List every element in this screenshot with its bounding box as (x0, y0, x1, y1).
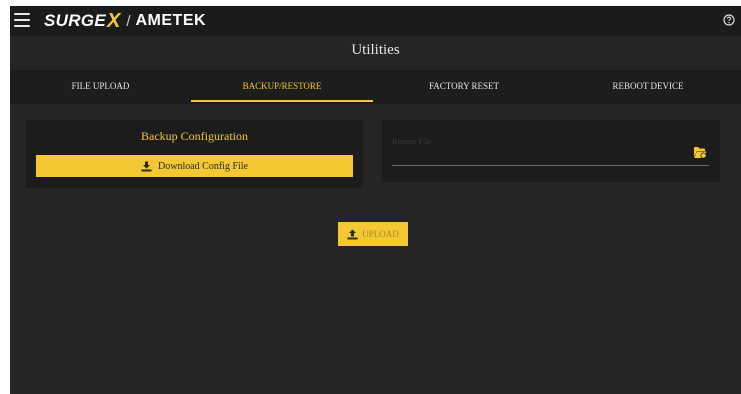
active-tab-indicator (191, 100, 373, 102)
restore-file-label: Restore File (392, 137, 431, 146)
top-bar: SURGE X / AMETEK (10, 6, 741, 36)
download-icon (141, 161, 152, 171)
logo-ametek-text: AMETEK (135, 12, 207, 29)
upload-label: UPLOAD (362, 229, 399, 239)
upload-icon (347, 229, 358, 239)
app-window: SURGE X / AMETEK Utilities FILE UPLOAD BA… (10, 6, 741, 394)
restore-file-card: Restore File (382, 120, 720, 182)
download-config-label: Download Config File (158, 160, 248, 172)
tab-reboot-device[interactable]: REBOOT DEVICE (555, 70, 741, 104)
tab-backup-restore[interactable]: BACKUP/RESTORE (191, 70, 373, 104)
restore-file-input[interactable] (392, 165, 709, 166)
page-title: Utilities (351, 42, 400, 58)
help-circle-icon[interactable] (723, 14, 735, 26)
download-config-button[interactable]: Download Config File (36, 155, 353, 177)
backup-title: Backup Configuration (141, 129, 248, 143)
backup-configuration-card: Backup Configuration Download Config Fil… (26, 120, 363, 188)
upload-button[interactable]: UPLOAD (338, 222, 408, 246)
hamburger-menu-icon[interactable] (14, 13, 30, 27)
tab-bar: FILE UPLOAD BACKUP/RESTORE FACTORY RESET… (10, 70, 741, 104)
brand-logo: SURGE X / AMETEK (44, 9, 206, 33)
logo-x-mark: X (106, 9, 121, 32)
tab-factory-reset[interactable]: FACTORY RESET (373, 70, 555, 104)
folder-open-icon[interactable] (693, 146, 707, 159)
tab-file-upload[interactable]: FILE UPLOAD (10, 70, 191, 104)
logo-surge-text: SURGE (44, 11, 106, 30)
logo-separator: / (126, 12, 131, 30)
